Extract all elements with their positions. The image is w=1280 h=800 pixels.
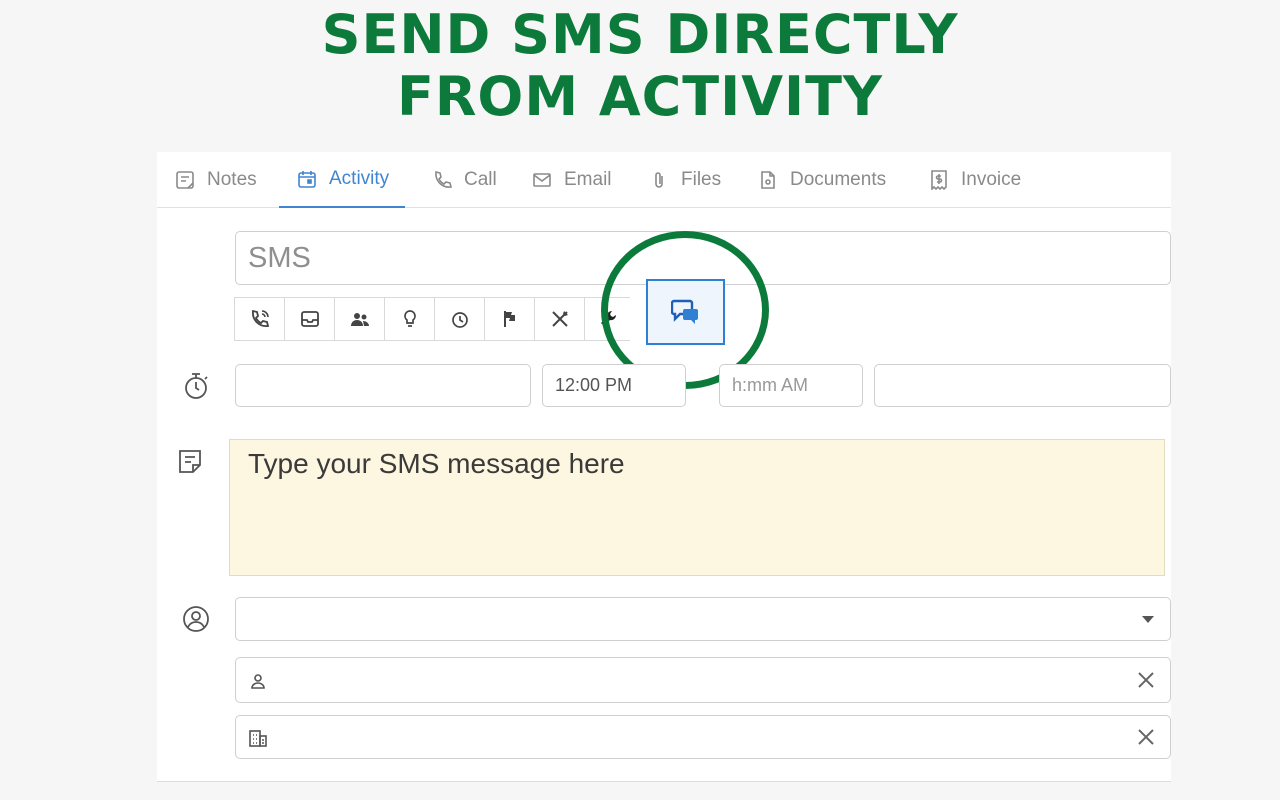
building-icon <box>248 728 268 748</box>
sms-chat-icon <box>670 299 698 324</box>
time-row-icon <box>181 371 211 401</box>
tab-notes-label: Notes <box>207 169 257 190</box>
flag-icon <box>503 311 515 327</box>
person-icon <box>248 671 268 691</box>
end-date-input[interactable] <box>874 364 1171 407</box>
tab-call[interactable]: Call <box>432 152 497 208</box>
tab-files-label: Files <box>681 169 722 190</box>
type-meeting-button[interactable] <box>334 297 385 341</box>
contact-lookup-input[interactable] <box>235 657 1171 703</box>
phone-call-icon <box>251 309 269 327</box>
phone-icon <box>435 171 452 188</box>
end-time-placeholder: h:mm AM <box>732 375 809 395</box>
type-flag-button[interactable] <box>484 297 535 341</box>
type-lunch-button[interactable] <box>534 297 585 341</box>
subject-input[interactable]: SMS <box>235 231 1171 285</box>
chevron-down-icon[interactable] <box>1142 616 1154 623</box>
type-inbox-button[interactable] <box>284 297 335 341</box>
note-icon <box>179 450 201 473</box>
meeting-icon <box>350 313 369 326</box>
type-call-button[interactable] <box>234 297 285 341</box>
sms-message-placeholder: Type your SMS message here <box>248 448 625 479</box>
clock-icon <box>451 312 468 328</box>
activity-type-buttons <box>234 297 630 341</box>
subject-value: SMS <box>248 241 311 274</box>
tab-call-label: Call <box>464 169 497 190</box>
tab-documents[interactable]: Documents <box>758 152 886 208</box>
assignee-row-icon <box>181 604 211 634</box>
clear-contact-icon[interactable] <box>1136 670 1156 690</box>
start-time-input[interactable]: 12:00 PM <box>542 364 686 407</box>
type-sms-button[interactable] <box>646 279 725 345</box>
tab-notes[interactable]: Notes <box>175 152 257 208</box>
start-time-value: 12:00 PM <box>555 375 633 395</box>
headline-line-2: FROM ACTIVITY <box>396 65 884 128</box>
headline: SEND SMS DIRECTLY FROM ACTIVITY <box>0 4 1280 128</box>
type-idea-button[interactable] <box>384 297 435 341</box>
document-icon <box>761 171 775 189</box>
tab-activity-label: Activity <box>329 168 390 189</box>
activity-panel: Notes Activity Call Email Files Document… <box>157 152 1171 782</box>
tab-activity[interactable]: Activity <box>279 152 406 208</box>
type-deadline-button[interactable] <box>434 297 485 341</box>
tab-documents-label: Documents <box>790 169 887 190</box>
end-time-input[interactable]: h:mm AM <box>719 364 863 407</box>
tab-bar: Notes Activity Call Email Files Document… <box>157 152 1171 208</box>
user-circle-icon <box>183 606 209 632</box>
stopwatch-icon <box>185 373 208 399</box>
type-task-button[interactable] <box>584 297 630 341</box>
tab-email[interactable]: Email <box>532 152 612 208</box>
headline-line-1: SEND SMS DIRECTLY <box>321 3 959 66</box>
tab-files[interactable]: Files <box>649 152 721 208</box>
company-lookup-input[interactable] <box>235 715 1171 759</box>
start-date-input[interactable] <box>235 364 531 407</box>
tab-invoice-label: Invoice <box>961 169 1022 190</box>
wrench-icon <box>600 310 616 326</box>
assignee-select[interactable] <box>235 597 1171 641</box>
inbox-icon <box>300 311 319 327</box>
calendar-icon <box>298 171 316 188</box>
invoice-icon <box>931 170 947 190</box>
envelope-icon <box>533 173 551 187</box>
clear-company-icon[interactable] <box>1136 727 1156 747</box>
tab-invoice[interactable]: Invoice <box>929 152 1021 208</box>
lightbulb-icon <box>403 310 416 327</box>
note-row-icon <box>175 447 205 477</box>
tab-email-label: Email <box>564 169 612 190</box>
notes-icon <box>176 171 194 189</box>
paperclip-icon <box>655 172 663 188</box>
lunch-icon <box>551 311 568 327</box>
sms-message-textarea[interactable]: Type your SMS message here <box>229 439 1165 576</box>
